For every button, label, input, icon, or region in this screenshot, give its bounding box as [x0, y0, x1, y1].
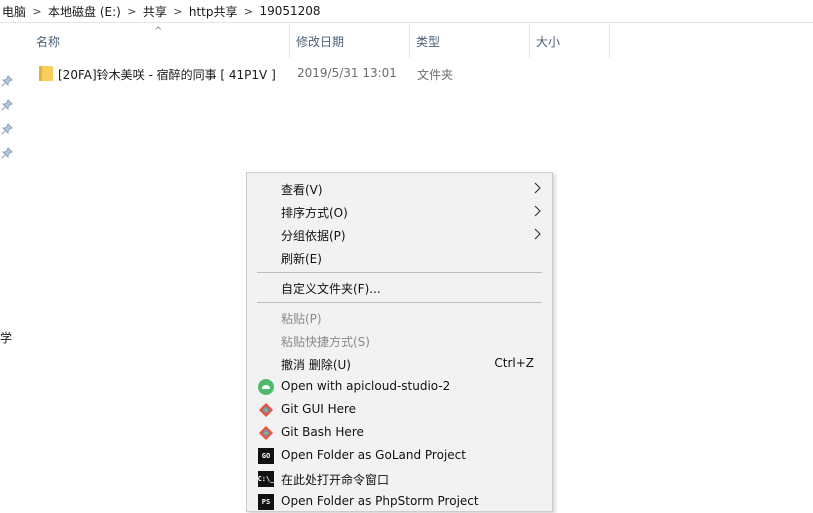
apicloud-icon [258, 379, 274, 395]
chevron-right-icon [534, 205, 542, 220]
column-header-label: 大小 [536, 34, 561, 49]
menu-item-undo-delete[interactable]: 撤消 删除(U) Ctrl+Z [247, 352, 552, 375]
column-header-type[interactable]: 类型 [410, 24, 530, 58]
breadcrumb-chevron-icon[interactable]: > [169, 5, 187, 18]
menu-item-view[interactable]: 查看(V) [247, 177, 552, 200]
phpstorm-icon: PS [258, 494, 274, 510]
column-header-date[interactable]: 修改日期 [290, 24, 410, 58]
nav-pane: 学 [0, 23, 18, 506]
column-header-label: 修改日期 [296, 34, 345, 49]
menu-item-refresh[interactable]: 刷新(E) [247, 246, 552, 269]
menu-item-paste: 粘贴(P) [281, 312, 322, 326]
menu-item-open-goland[interactable]: GO Open Folder as GoLand Project [247, 444, 552, 467]
chevron-right-icon [534, 228, 542, 243]
goland-icon: GO [258, 448, 274, 464]
context-menu: 查看(V) 排序方式(O) 分组依据(P) 刷新(E) 自定义文件夹(F)...… [246, 172, 553, 512]
menu-item-open-phpstorm[interactable]: PS Open Folder as PhpStorm Project [247, 490, 552, 513]
column-header-label: 名称 [36, 34, 61, 49]
menu-separator [257, 302, 542, 303]
breadcrumb-item-drive[interactable]: 本地磁盘 (E:) [46, 3, 123, 20]
menu-item-git-gui[interactable]: Git GUI Here [247, 398, 552, 421]
pin-icon[interactable] [1, 99, 13, 111]
column-header-name[interactable]: 名称 [30, 24, 290, 58]
column-header-size[interactable]: 大小 [530, 24, 610, 58]
folder-icon [39, 65, 53, 81]
menu-shortcut: Ctrl+Z [494, 356, 534, 370]
breadcrumb-chevron-icon[interactable]: > [28, 5, 46, 18]
menu-item-open-cmd[interactable]: C:\_ 在此处打开命令窗口 [247, 467, 552, 490]
cmd-icon: C:\_ [258, 471, 274, 487]
menu-item-customize-folder[interactable]: 自定义文件夹(F)... [247, 276, 552, 299]
file-date: 2019/5/31 13:01 [297, 66, 397, 80]
column-header-label: 类型 [416, 34, 441, 49]
menu-item-group-by[interactable]: 分组依据(P) [247, 223, 552, 246]
menu-separator [257, 272, 542, 273]
breadcrumb-chevron-icon[interactable]: > [239, 5, 257, 18]
pin-icon[interactable] [1, 147, 13, 159]
breadcrumb: 电脑 > 本地磁盘 (E:) > 共享 > http共享 > 19051208 [0, 0, 813, 23]
chevron-right-icon [534, 182, 542, 197]
git-icon [258, 402, 274, 418]
menu-item-git-bash[interactable]: Git Bash Here [247, 421, 552, 444]
breadcrumb-item-pc[interactable]: 电脑 [0, 3, 28, 20]
breadcrumb-chevron-icon[interactable]: > [123, 5, 141, 18]
breadcrumb-item-share[interactable]: 共享 [141, 3, 169, 20]
file-type: 文件夹 [417, 68, 454, 82]
menu-item-sort-by[interactable]: 排序方式(O) [247, 200, 552, 223]
pin-icon[interactable] [1, 123, 13, 135]
file-name: [20FA]铃木美咲 - 宿醉的同事 [ 41P1V ] [58, 68, 276, 82]
nav-item-label[interactable]: 学 [0, 329, 12, 346]
breadcrumb-item-http-share[interactable]: http共享 [187, 3, 240, 20]
pin-icon[interactable] [1, 75, 13, 87]
breadcrumb-item-current[interactable]: 19051208 [257, 4, 322, 18]
menu-item-open-apicloud[interactable]: Open with apicloud-studio-2 [247, 375, 552, 398]
git-icon [258, 425, 274, 441]
file-row[interactable]: [20FA]铃木美咲 - 宿醉的同事 [ 41P1V ] 2019/5/31 1… [36, 63, 496, 85]
menu-item-paste-shortcut: 粘贴快捷方式(S) [281, 335, 370, 349]
